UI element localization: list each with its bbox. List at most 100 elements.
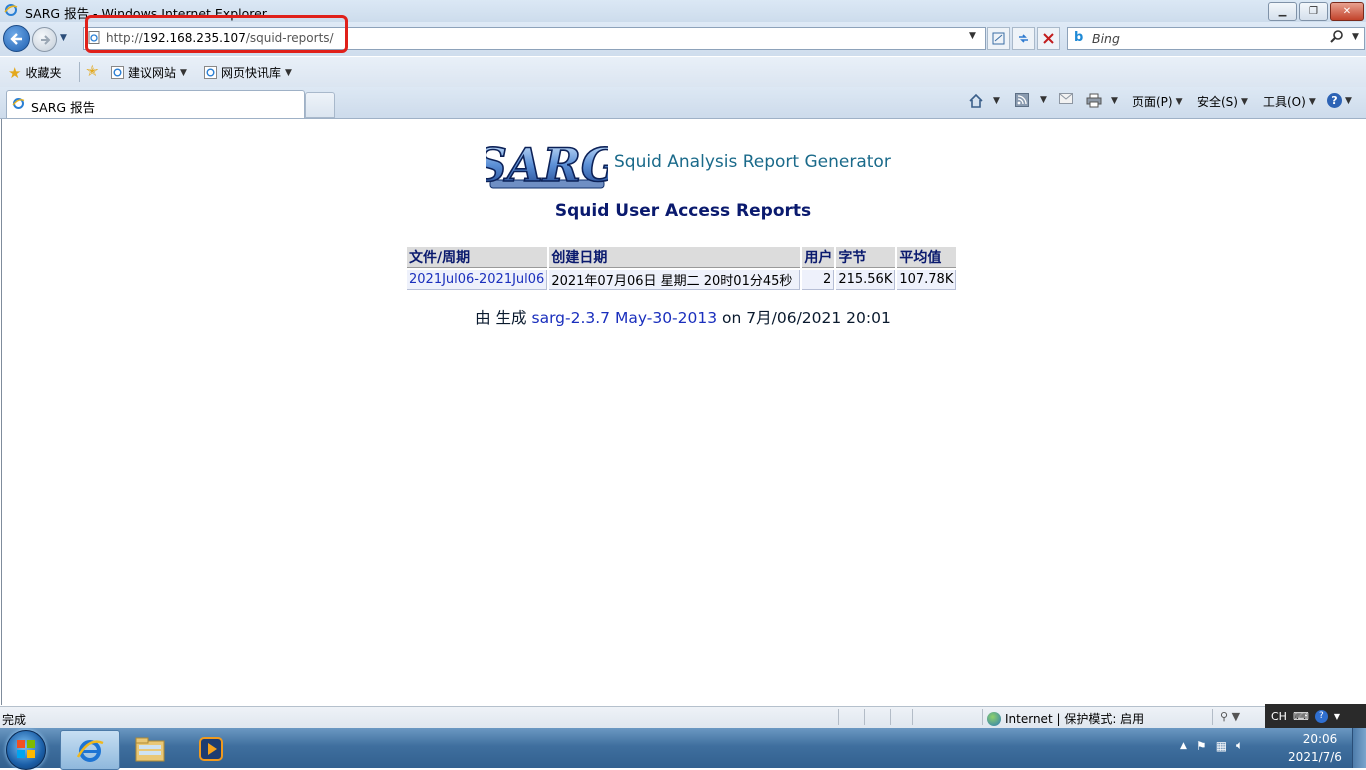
stop-icon: [1043, 33, 1054, 44]
search-icon[interactable]: [1330, 29, 1344, 45]
divider: [838, 709, 839, 725]
refresh-button[interactable]: [1012, 27, 1035, 50]
new-tab-button[interactable]: [305, 92, 335, 118]
favorites-item-label: 网页快讯库: [221, 66, 282, 80]
logo-title: Squid Analysis Report Generator: [614, 152, 891, 172]
language-bar[interactable]: CH ⌨ ? ▼: [1265, 704, 1366, 728]
report-period-cell: 2021Jul06-2021Jul06: [407, 270, 548, 290]
column-header-bytes: 字节: [836, 247, 896, 268]
refresh-icon: [1019, 34, 1028, 43]
ime-indicator[interactable]: CH: [1271, 710, 1287, 723]
security-zone-label: Internet | 保护模式: 启用: [1005, 712, 1145, 726]
column-header-created-date: 创建日期: [549, 247, 801, 268]
generated-suffix: on 7月/06/2021 20:01: [722, 309, 891, 327]
print-button[interactable]: ▼: [1086, 93, 1118, 108]
search-box[interactable]: b Bing ▼: [1067, 27, 1365, 50]
security-zone[interactable]: Internet | 保护模式: 启用: [987, 710, 1144, 727]
help-icon: ?: [1327, 93, 1342, 108]
chevron-down-icon: ▼: [1240, 96, 1248, 107]
rss-feed-icon: [1015, 93, 1029, 107]
bing-icon: b: [1074, 30, 1084, 45]
chevron-down-icon: ▼: [285, 67, 292, 78]
show-desktop-button[interactable]: [1352, 728, 1366, 768]
generated-prefix: 由 生成: [475, 309, 527, 327]
svg-text:SARG: SARG: [486, 138, 608, 192]
tools-menu-label: 工具(O): [1263, 95, 1306, 109]
search-placeholder: Bing: [1092, 31, 1120, 46]
search-options-dropdown-icon[interactable]: ▼: [1352, 32, 1359, 42]
network-icon[interactable]: ▦: [1216, 739, 1227, 753]
forward-button[interactable]: [32, 27, 57, 52]
favorites-button[interactable]: ★ 收藏夹: [8, 64, 61, 81]
tab-sarg-report[interactable]: SARG 报告: [6, 90, 305, 118]
safety-menu[interactable]: 安全(S) ▼: [1197, 93, 1248, 110]
mail-icon: [1059, 93, 1073, 104]
help-icon[interactable]: ?: [1314, 709, 1328, 723]
minimize-button[interactable]: ▁: [1268, 2, 1297, 21]
tools-menu[interactable]: 工具(O) ▼: [1263, 93, 1316, 110]
home-icon: [969, 93, 983, 108]
ie-page-icon: [111, 66, 124, 79]
clock-date[interactable]: 2021/7/6: [1280, 750, 1350, 764]
chevron-down-icon: ▼: [1308, 96, 1316, 107]
bytes-cell: 215.56K: [836, 270, 896, 290]
chevron-down-icon: ▼: [180, 67, 187, 78]
address-dropdown-icon[interactable]: ▼: [969, 31, 976, 41]
feeds-button[interactable]: ▼: [1015, 93, 1047, 107]
chevron-down-icon: ▼: [1345, 95, 1352, 106]
read-mail-button[interactable]: [1059, 93, 1073, 104]
zoom-control[interactable]: ⚲ ▼: [1220, 710, 1240, 723]
keyboard-icon[interactable]: ⌨: [1293, 710, 1309, 723]
ie-logo-icon: [4, 4, 18, 16]
page-menu[interactable]: 页面(P) ▼: [1132, 93, 1183, 110]
report-title: Squid User Access Reports: [554, 201, 812, 221]
tab-label: SARG 报告: [31, 100, 96, 115]
ie-page-icon: [204, 66, 217, 79]
system-tray: ▲ ⚑ ▦ 🔈︎: [1180, 738, 1243, 753]
report-table: 文件/周期 创建日期 用户 字节 平均值 2021Jul06-2021Jul06…: [405, 245, 958, 292]
compatibility-view-button[interactable]: [987, 27, 1010, 50]
show-hidden-icons-icon[interactable]: ▲: [1180, 741, 1187, 751]
chevron-down-icon: ▼: [993, 95, 1000, 106]
page-menu-label: 页面(P): [1132, 95, 1173, 109]
sarg-version-link[interactable]: sarg-2.3.7 May-30-2013: [532, 309, 718, 327]
favorites-item-suggested-sites[interactable]: 建议网站 ▼: [111, 64, 187, 81]
history-dropdown-icon[interactable]: ▼: [60, 33, 67, 43]
column-header-average: 平均值: [897, 247, 957, 268]
taskbar-file-explorer[interactable]: [121, 730, 179, 768]
favorites-item-label: 建议网站: [128, 66, 177, 80]
chevron-down-icon: ▼: [1175, 96, 1183, 107]
created-date-cell: 2021年07月06日 星期二 20时01分45秒: [549, 270, 801, 290]
print-icon: [1086, 93, 1102, 108]
windows-logo-icon: [17, 740, 35, 758]
volume-icon[interactable]: 🔈︎: [1236, 738, 1243, 753]
divider: [890, 709, 891, 725]
media-player-icon: [199, 737, 223, 761]
stop-button[interactable]: [1037, 27, 1060, 50]
report-period-link[interactable]: 2021Jul06-2021Jul06: [409, 272, 544, 287]
globe-icon: [987, 711, 1001, 726]
generated-by-line: 由 生成 sarg-2.3.7 May-30-2013 on 7月/06/202…: [0, 306, 1366, 328]
users-cell: 2: [802, 270, 835, 290]
status-bar: [0, 706, 1366, 729]
status-text: 完成: [2, 713, 27, 727]
clock-time[interactable]: 20:06: [1290, 732, 1350, 746]
help-menu[interactable]: ? ▼: [1327, 93, 1352, 108]
home-button[interactable]: ▼: [968, 93, 1000, 108]
zoom-icon: ⚲: [1220, 710, 1229, 723]
favorites-item-web-slice-gallery[interactable]: 网页快讯库 ▼: [204, 64, 292, 81]
back-button[interactable]: [3, 25, 30, 52]
divider: [79, 62, 80, 82]
maximize-button[interactable]: ❐: [1299, 2, 1328, 21]
url-highlight-box: [85, 15, 348, 53]
start-button[interactable]: [6, 730, 46, 770]
taskbar-media-player[interactable]: [182, 730, 240, 768]
chevron-down-icon[interactable]: ▼: [1334, 712, 1340, 721]
action-center-icon[interactable]: ⚑: [1196, 739, 1207, 753]
taskbar-internet-explorer[interactable]: [60, 730, 120, 770]
folder-icon: [135, 737, 165, 762]
chevron-down-icon: ▼: [1231, 710, 1241, 723]
close-button[interactable]: ✕: [1330, 2, 1364, 21]
table-row: 2021Jul06-2021Jul06 2021年07月06日 星期二 20时0…: [407, 270, 957, 290]
add-to-favorites-button[interactable]: ✭: [86, 64, 99, 79]
